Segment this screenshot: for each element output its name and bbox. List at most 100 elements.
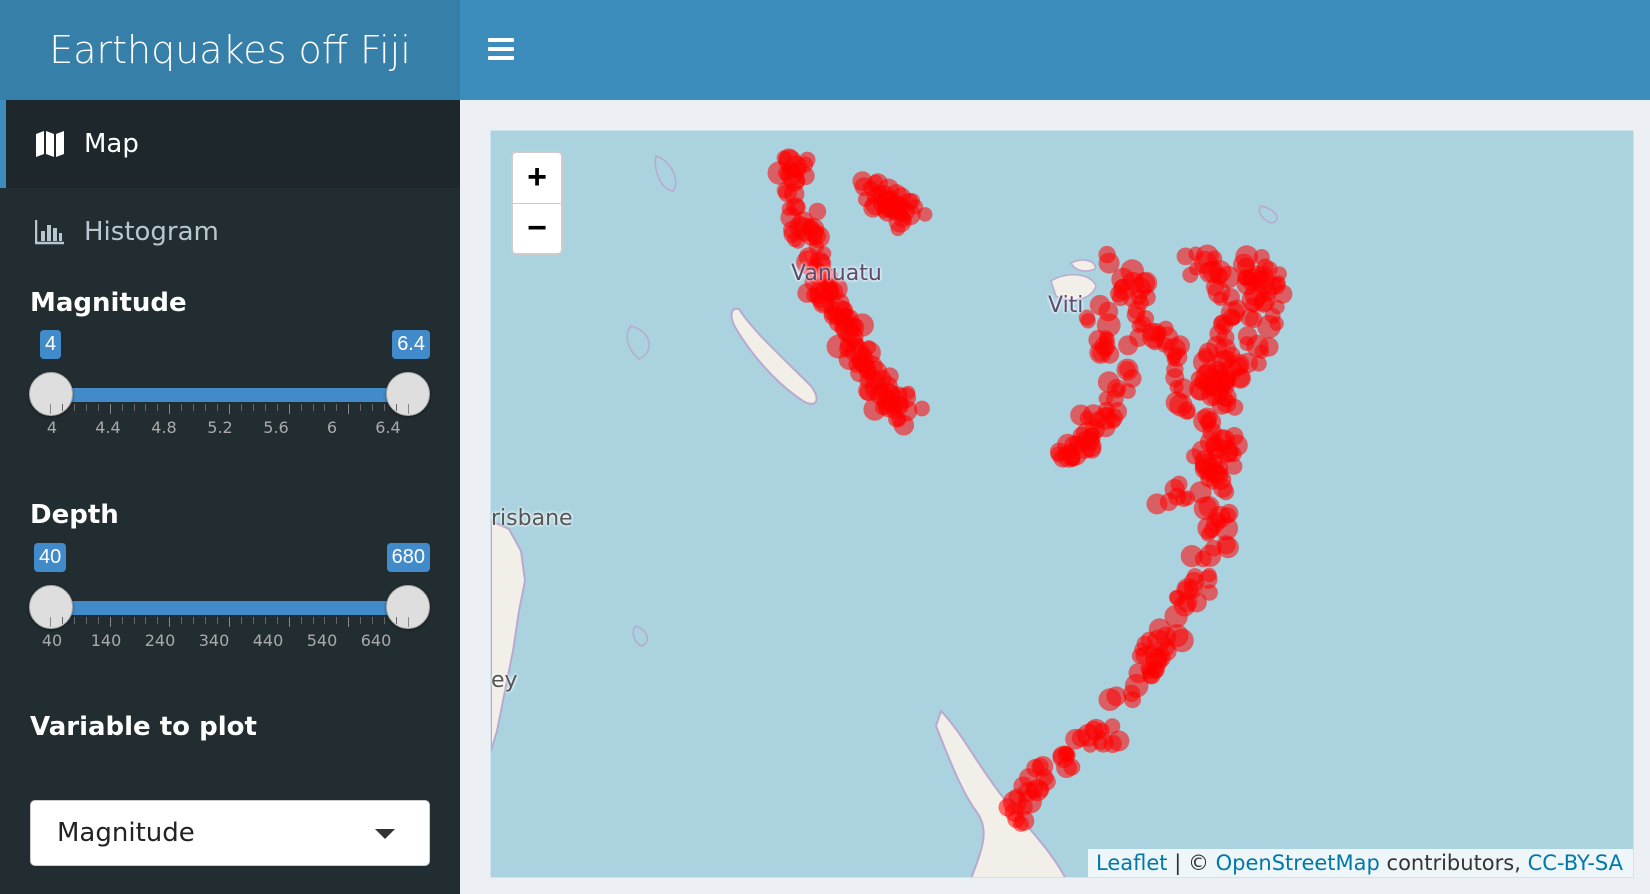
earthquake-marker[interactable] bbox=[1259, 284, 1277, 302]
earthquake-map[interactable]: Vanuatu Viti risbane ey + − Leaflet | © … bbox=[490, 130, 1634, 878]
earthquake-marker[interactable] bbox=[1225, 310, 1241, 326]
zoom-in-button[interactable]: + bbox=[513, 153, 561, 203]
top-navbar bbox=[460, 0, 1650, 100]
earthquake-marker[interactable] bbox=[876, 390, 900, 414]
earthquake-marker[interactable] bbox=[1111, 267, 1135, 292]
depth-label: Depth bbox=[30, 500, 119, 530]
earthquake-marker[interactable] bbox=[1176, 247, 1195, 266]
earthquake-marker[interactable] bbox=[1100, 344, 1120, 364]
earthquake-marker[interactable] bbox=[1213, 291, 1229, 307]
magnitude-tick-label: 4.4 bbox=[95, 418, 121, 437]
map-attribution: Leaflet | © OpenStreetMap contributors, … bbox=[1088, 849, 1633, 877]
earthquake-marker[interactable] bbox=[1097, 401, 1115, 419]
earthquake-marker[interactable] bbox=[1182, 266, 1199, 283]
earthquake-marker[interactable] bbox=[1237, 257, 1255, 276]
earthquake-marker[interactable] bbox=[1089, 294, 1111, 316]
sidebar-item-histogram[interactable]: Histogram bbox=[0, 188, 460, 276]
earthquake-marker[interactable] bbox=[1098, 688, 1122, 711]
magnitude-slider[interactable]: 4 6.4 4 4.4 4.8 5.2 5.6 6 6.4 bbox=[29, 330, 430, 450]
osm-link[interactable]: OpenStreetMap bbox=[1216, 851, 1380, 875]
depth-tick-label: 440 bbox=[252, 631, 284, 650]
earthquake-marker[interactable] bbox=[1008, 788, 1025, 806]
app: Earthquakes off Fiji Map Histogram Magni… bbox=[0, 0, 1650, 894]
earthquake-marker[interactable] bbox=[1179, 490, 1195, 506]
earthquake-marker[interactable] bbox=[1049, 442, 1069, 461]
magnitude-from-value: 4 bbox=[40, 330, 62, 359]
sidebar-item-map[interactable]: Map bbox=[0, 100, 460, 188]
earthquake-marker[interactable] bbox=[1118, 335, 1139, 356]
earthquake-marker[interactable] bbox=[835, 313, 853, 331]
earthquake-marker[interactable] bbox=[1198, 569, 1218, 589]
earthquake-marker[interactable] bbox=[1099, 330, 1114, 345]
zoom-control: + − bbox=[511, 151, 563, 255]
earthquake-marker[interactable] bbox=[1169, 589, 1187, 607]
earthquake-marker[interactable] bbox=[1225, 446, 1242, 463]
depth-ticks bbox=[50, 617, 409, 627]
earthquake-marker[interactable] bbox=[1271, 266, 1287, 282]
earthquake-marker[interactable] bbox=[1131, 648, 1148, 664]
earthquake-marker[interactable] bbox=[1194, 550, 1212, 568]
sidebar-toggle-icon[interactable] bbox=[488, 38, 514, 60]
magnitude-tick-label: 4.8 bbox=[151, 418, 177, 437]
sidebar-item-label: Histogram bbox=[84, 217, 219, 247]
earthquake-marker[interactable] bbox=[1080, 435, 1102, 458]
earthquake-marker[interactable] bbox=[1186, 592, 1207, 613]
earthquake-marker[interactable] bbox=[890, 221, 906, 237]
depth-slider[interactable]: 40 680 40 140 240 340 440 540 640 bbox=[29, 543, 430, 663]
earthquake-marker[interactable] bbox=[1063, 758, 1081, 776]
depth-tick-label: 40 bbox=[41, 631, 63, 650]
magnitude-tick-label: 5.2 bbox=[207, 418, 233, 437]
earthquake-marker[interactable] bbox=[778, 165, 794, 181]
earthquake-marker[interactable] bbox=[1195, 244, 1219, 268]
bar-chart-icon bbox=[34, 217, 66, 247]
earthquake-marker[interactable] bbox=[1097, 371, 1120, 394]
earthquake-marker[interactable] bbox=[1170, 628, 1194, 653]
earthquake-marker[interactable] bbox=[1035, 768, 1054, 787]
earthquake-marker[interactable] bbox=[801, 217, 825, 242]
magnitude-tick-label: 4 bbox=[46, 418, 58, 437]
earthquake-marker[interactable] bbox=[1148, 663, 1164, 678]
earthquake-marker[interactable] bbox=[1138, 288, 1156, 307]
caret-down-icon bbox=[375, 829, 395, 839]
attribution-separator: | © bbox=[1167, 851, 1216, 875]
earthquake-marker[interactable] bbox=[1169, 379, 1184, 395]
earthquake-marker[interactable] bbox=[1131, 318, 1147, 334]
earthquake-marker[interactable] bbox=[1254, 344, 1269, 359]
earthquake-marker[interactable] bbox=[1230, 367, 1251, 389]
depth-tick-label: 140 bbox=[90, 631, 122, 650]
earthquake-marker[interactable] bbox=[1167, 346, 1188, 367]
depth-tick-label: 340 bbox=[198, 631, 230, 650]
earthquake-marker[interactable] bbox=[1239, 336, 1255, 352]
earthquake-marker[interactable] bbox=[796, 166, 815, 186]
license-link[interactable]: CC-BY-SA bbox=[1528, 851, 1623, 875]
earthquake-marker[interactable] bbox=[1269, 316, 1284, 331]
earthquake-marker[interactable] bbox=[1170, 475, 1188, 493]
earthquake-marker[interactable] bbox=[1200, 527, 1216, 542]
earthquake-marker[interactable] bbox=[1217, 536, 1239, 559]
variable-select[interactable]: Magnitude bbox=[30, 800, 430, 866]
earthquake-marker[interactable] bbox=[901, 385, 916, 400]
earthquake-marker[interactable] bbox=[1076, 723, 1100, 747]
earthquake-marker[interactable] bbox=[865, 360, 888, 383]
earthquake-marker[interactable] bbox=[914, 400, 930, 417]
earthquake-marker[interactable] bbox=[1210, 267, 1228, 285]
earthquake-marker[interactable] bbox=[1206, 369, 1231, 394]
sidebar: Map Histogram Magnitude 4 6.4 4 4.4 4.8 … bbox=[0, 100, 460, 894]
earthquake-marker[interactable] bbox=[904, 193, 921, 209]
leaflet-link[interactable]: Leaflet bbox=[1096, 851, 1168, 875]
earthquake-marker[interactable] bbox=[778, 148, 799, 169]
earthquake-marker[interactable] bbox=[1123, 369, 1142, 388]
earthquake-marker[interactable] bbox=[877, 201, 898, 222]
zoom-out-button[interactable]: − bbox=[513, 203, 561, 253]
earthquake-marker[interactable] bbox=[1004, 802, 1024, 822]
variable-label: Variable to plot bbox=[30, 712, 257, 742]
earthquake-marker[interactable] bbox=[1146, 493, 1168, 515]
earthquake-marker[interactable] bbox=[1112, 289, 1129, 307]
earthquake-marker[interactable] bbox=[1217, 390, 1234, 407]
earthquake-marker[interactable] bbox=[1195, 459, 1211, 475]
depth-tick-label: 540 bbox=[306, 631, 338, 650]
earthquake-marker[interactable] bbox=[787, 232, 803, 248]
earthquake-marker[interactable] bbox=[1206, 475, 1221, 490]
earthquake-marker[interactable] bbox=[1181, 405, 1196, 420]
map-icon bbox=[34, 129, 66, 159]
